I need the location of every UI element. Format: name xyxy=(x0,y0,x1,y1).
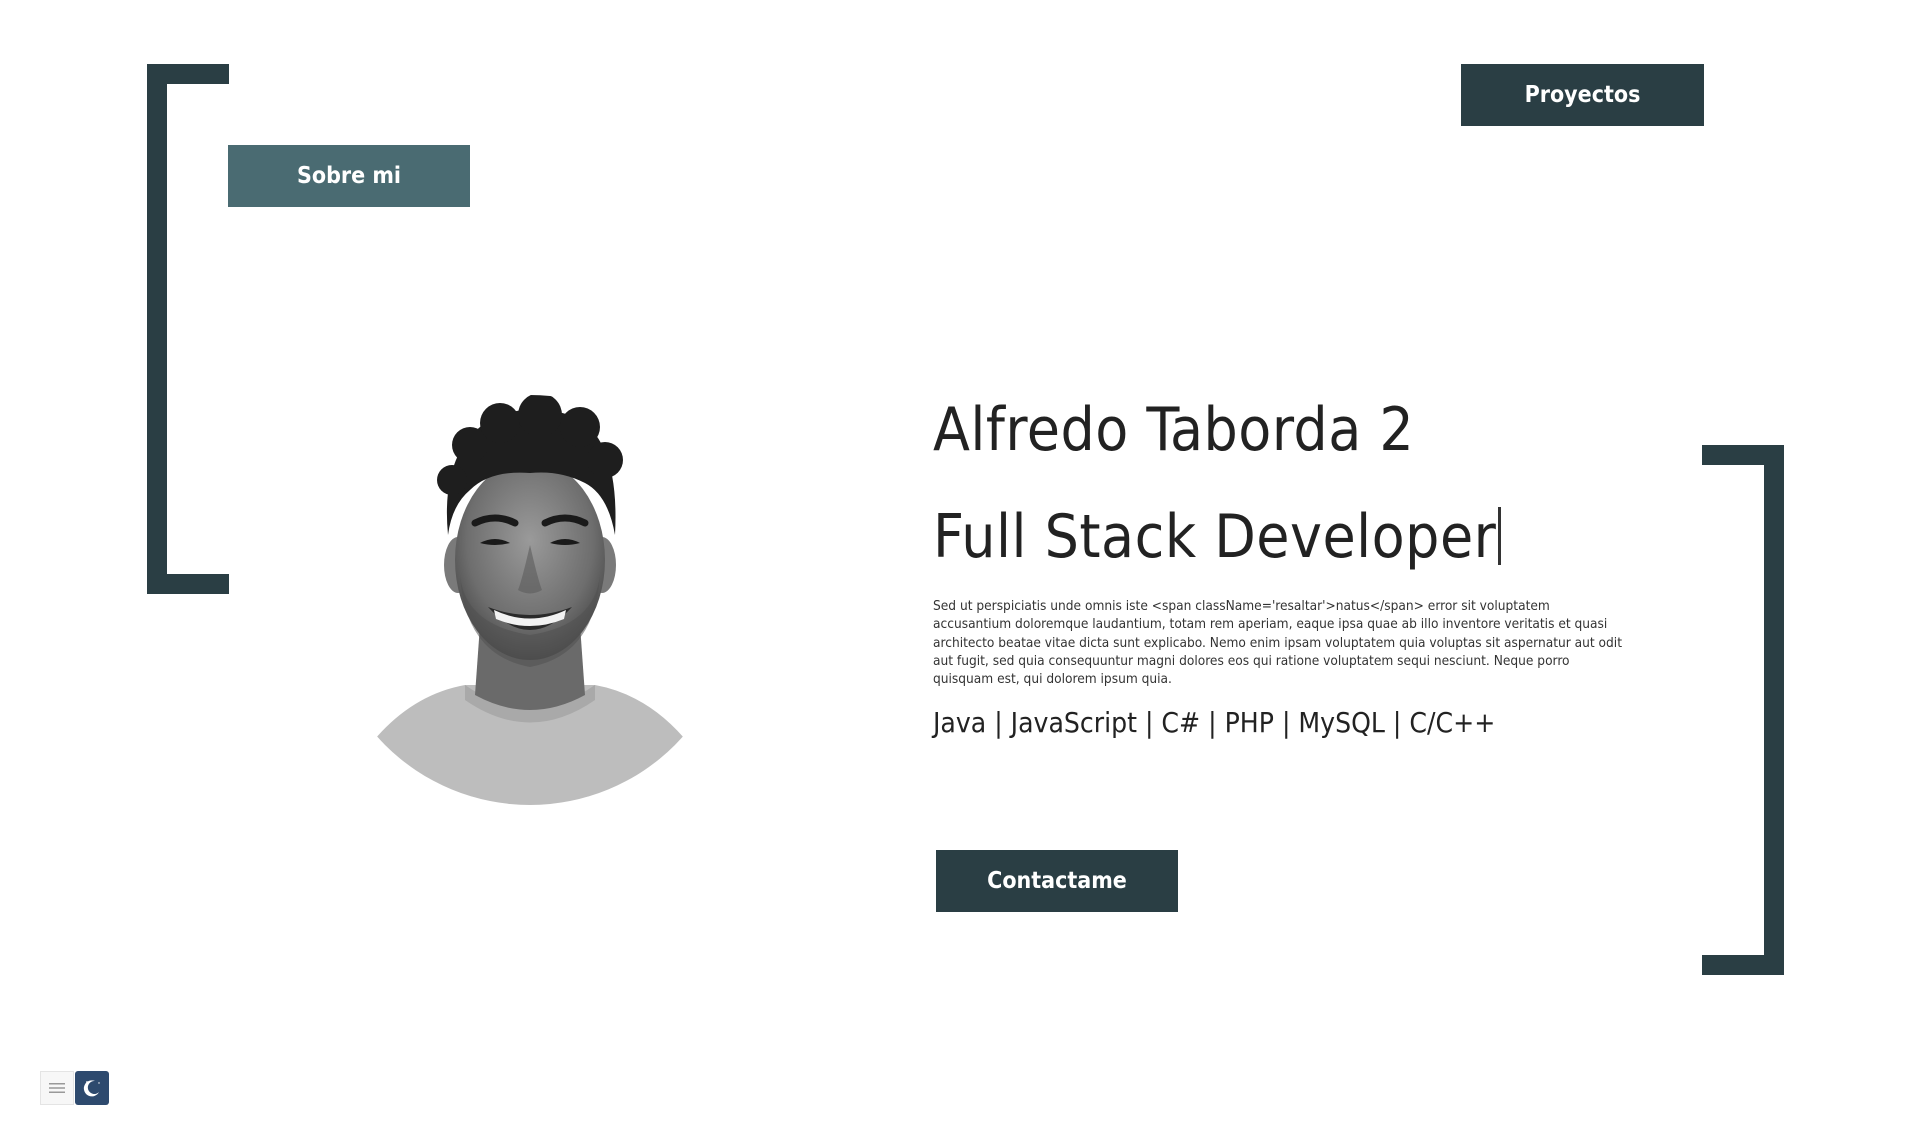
profile-photo xyxy=(370,395,690,805)
contact-button[interactable]: Contactame xyxy=(936,850,1178,912)
moon-icon[interactable] xyxy=(75,1071,109,1105)
typing-cursor xyxy=(1498,507,1502,565)
hamburger-icon[interactable] xyxy=(40,1071,74,1105)
developer-name: Alfredo Taborda 2 xyxy=(933,395,1415,465)
bio-paragraph: Sed ut perspiciatis unde omnis iste <spa… xyxy=(933,598,1622,688)
developer-role: Full Stack Developer xyxy=(933,502,1497,572)
skills-list: Java | JavaScript | C# | PHP | MySQL | C… xyxy=(933,706,1496,739)
left-bracket-decoration xyxy=(147,64,229,594)
right-bracket-decoration xyxy=(1702,445,1784,975)
bottom-controls xyxy=(40,1071,109,1105)
about-me-button[interactable]: Sobre mi xyxy=(228,145,470,207)
portfolio-page: Sobre mi Proyectos Alfredo Taborda 2 Ful… xyxy=(0,0,1912,1123)
projects-button[interactable]: Proyectos xyxy=(1461,64,1704,126)
developer-role-heading: Full Stack Developer xyxy=(933,502,1502,572)
